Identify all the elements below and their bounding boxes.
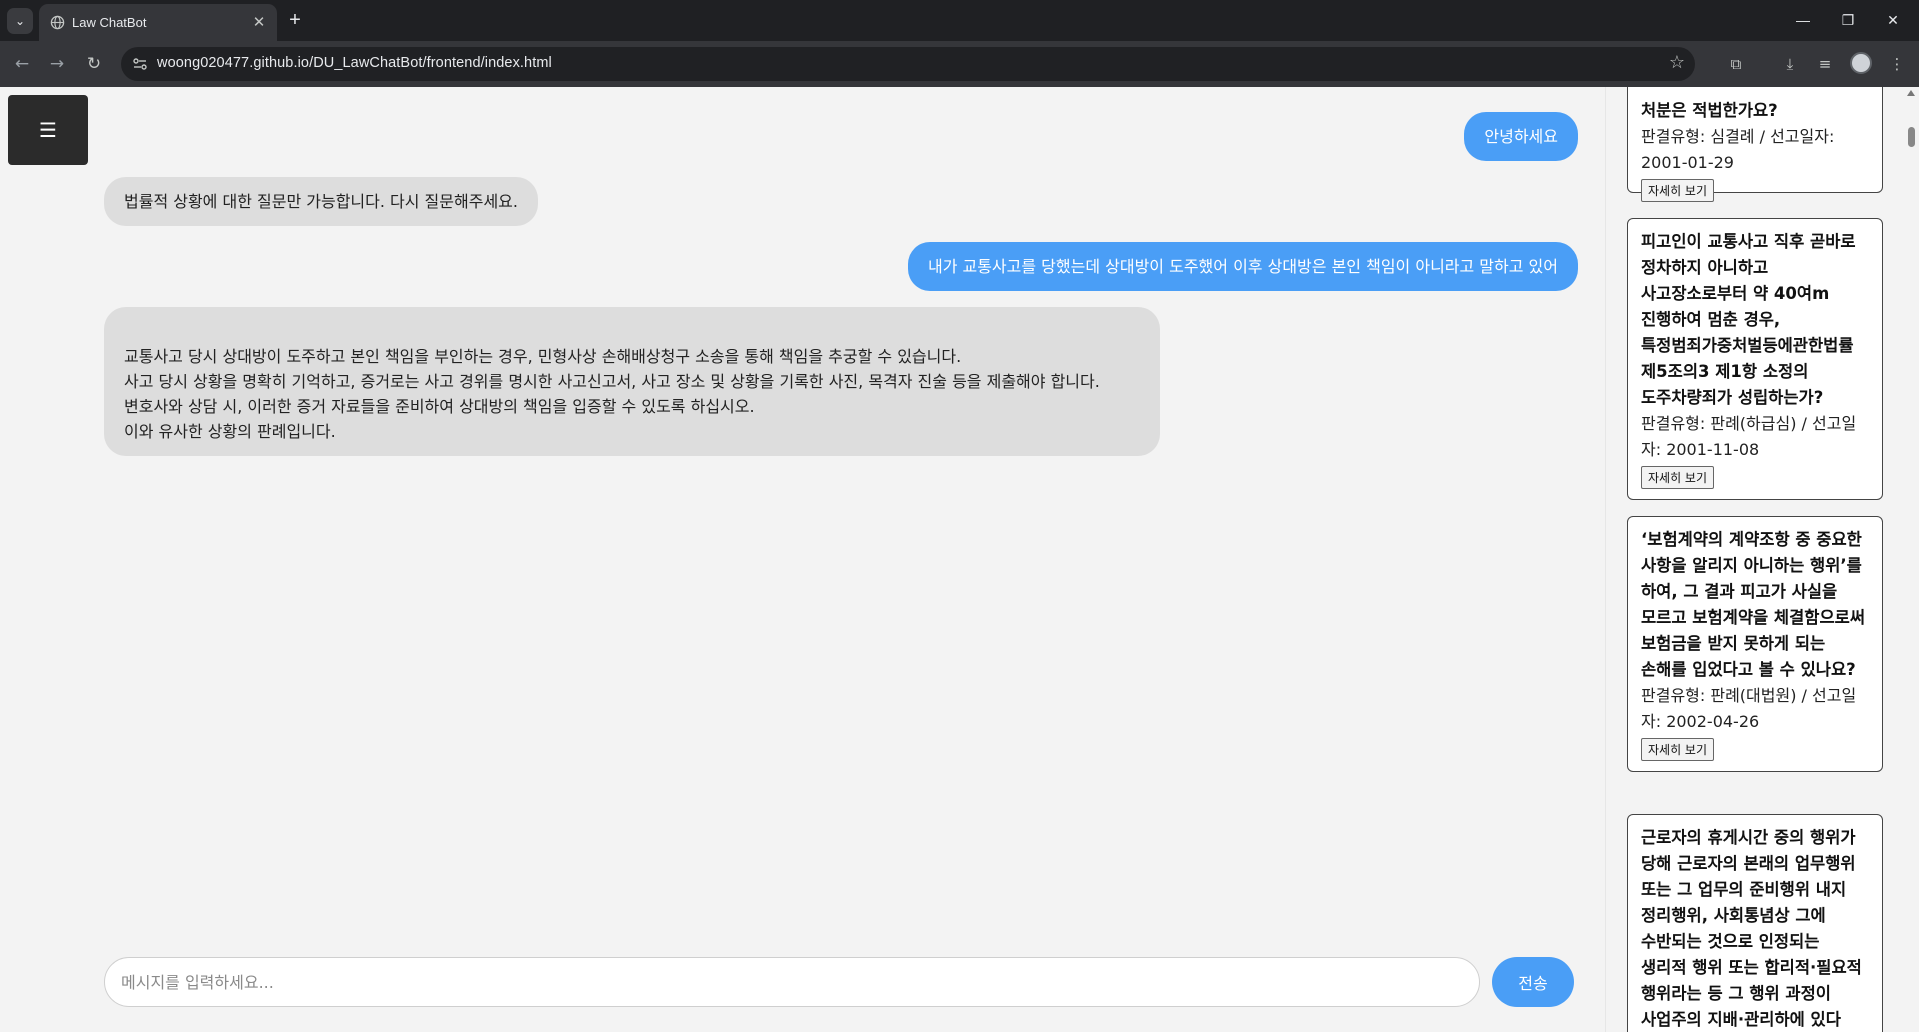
tab-close-icon[interactable]: ✕ — [250, 13, 268, 31]
message-input-row: 전송 — [104, 957, 1574, 1007]
tab-title: Law ChatBot — [72, 15, 147, 30]
more-menu-icon[interactable]: ⋮ — [1886, 53, 1908, 75]
user-message: 안녕하세요 — [1464, 112, 1578, 161]
page-scrollbar[interactable] — [1904, 87, 1919, 1032]
precedent-panel: 처분은 적법한가요? 판결유형: 심결례 / 선고일자: 2001-01-29 … — [1605, 87, 1899, 1032]
restore-icon[interactable]: ❐ — [1826, 5, 1870, 35]
globe-icon — [50, 15, 65, 30]
send-button[interactable]: 전송 — [1492, 957, 1574, 1007]
message-text: 내가 교통사고를 당했는데 상대방이 도주했어 이후 상대방은 본인 책임이 아… — [927, 257, 1558, 276]
detail-button[interactable]: 자세히 보기 — [1641, 738, 1715, 761]
case-meta: 판결유형: 심결례 / 선고일자: 2001-01-29 — [1641, 127, 1835, 172]
chat-page: ☰ 안녕하세요 법률적 상황에 대한 질문만 가능합니다. 다시 질문해주세요.… — [0, 87, 1919, 1032]
message-text: 교통사고 당시 상대방이 도주하고 본인 책임을 부인하는 경우, 민형사상 손… — [124, 347, 1100, 441]
new-tab-plus-icon[interactable]: + — [282, 8, 308, 34]
case-card: 근로자의 휴게시간 중의 행위가 당해 근로자의 본래의 업무행위 또는 그 업… — [1627, 814, 1883, 1032]
browser-toolbar: ← → ↻ woong020477.github.io/DU_LawChatBo… — [0, 41, 1919, 87]
case-title: 근로자의 휴게시간 중의 행위가 당해 근로자의 본래의 업무행위 또는 그 업… — [1641, 828, 1862, 1029]
hamburger-menu-button[interactable]: ☰ — [8, 95, 88, 165]
forward-arrow-icon[interactable]: → — [43, 50, 71, 78]
detail-button[interactable]: 자세히 보기 — [1641, 179, 1715, 202]
message-text: 안녕하세요 — [1484, 127, 1558, 146]
profile-avatar[interactable] — [1850, 52, 1872, 74]
url-text: woong020477.github.io/DU_LawChatBot/fron… — [157, 55, 552, 71]
minimize-icon[interactable]: — — [1781, 5, 1825, 35]
browser-tab-bar: ⌄ Law ChatBot ✕ + — ❐ ✕ — [0, 0, 1919, 41]
bot-message: 법률적 상황에 대한 질문만 가능합니다. 다시 질문해주세요. — [104, 177, 538, 226]
hamburger-icon: ☰ — [39, 118, 57, 142]
tab-search-chevron-icon[interactable]: ⌄ — [7, 8, 33, 34]
browser-tab[interactable]: Law ChatBot ✕ — [39, 4, 277, 41]
back-arrow-icon[interactable]: ← — [8, 50, 36, 78]
reload-icon[interactable]: ↻ — [80, 50, 108, 78]
site-info-icon[interactable] — [131, 55, 149, 73]
case-meta: 판결유형: 판례(대법원) / 선고일자: 2002-04-26 — [1641, 686, 1857, 731]
media-control-icon[interactable]: ≡ — [1814, 53, 1836, 75]
address-bar[interactable]: woong020477.github.io/DU_LawChatBot/fron… — [121, 47, 1695, 81]
message-input[interactable] — [104, 957, 1480, 1007]
detail-button[interactable]: 자세히 보기 — [1641, 466, 1715, 489]
scroll-thumb[interactable] — [1908, 127, 1915, 147]
scroll-up-arrow-icon[interactable] — [1907, 90, 1915, 96]
bookmark-star-icon[interactable]: ☆ — [1669, 52, 1685, 73]
case-card: 피고인이 교통사고 직후 곧바로 정차하지 아니하고 사고장소로부터 약 40여… — [1627, 218, 1883, 500]
download-icon[interactable]: ⤓ — [1779, 53, 1801, 75]
extensions-puzzle-icon[interactable]: ⧉ — [1725, 53, 1747, 75]
case-title: ‘보험계약의 계약조항 중 중요한 사항을 알리지 아니하는 행위’를 하여, … — [1641, 530, 1866, 679]
window-close-icon[interactable]: ✕ — [1871, 5, 1915, 35]
message-text: 법률적 상황에 대한 질문만 가능합니다. 다시 질문해주세요. — [124, 192, 518, 211]
case-title: 처분은 적법한가요? — [1641, 101, 1778, 120]
user-message: 내가 교통사고를 당했는데 상대방이 도주했어 이후 상대방은 본인 책임이 아… — [907, 242, 1578, 291]
bot-message: 교통사고 당시 상대방이 도주하고 본인 책임을 부인하는 경우, 민형사상 손… — [104, 307, 1160, 456]
chat-log: 안녕하세요 법률적 상황에 대한 질문만 가능합니다. 다시 질문해주세요. 내… — [104, 87, 1578, 947]
case-card: ‘보험계약의 계약조항 중 중요한 사항을 알리지 아니하는 행위’를 하여, … — [1627, 516, 1883, 772]
case-meta: 판결유형: 판례(하급심) / 선고일자: 2001-11-08 — [1641, 414, 1857, 459]
case-title: 피고인이 교통사고 직후 곧바로 정차하지 아니하고 사고장소로부터 약 40여… — [1641, 232, 1856, 407]
case-card: 처분은 적법한가요? 판결유형: 심결례 / 선고일자: 2001-01-29 … — [1627, 87, 1883, 202]
